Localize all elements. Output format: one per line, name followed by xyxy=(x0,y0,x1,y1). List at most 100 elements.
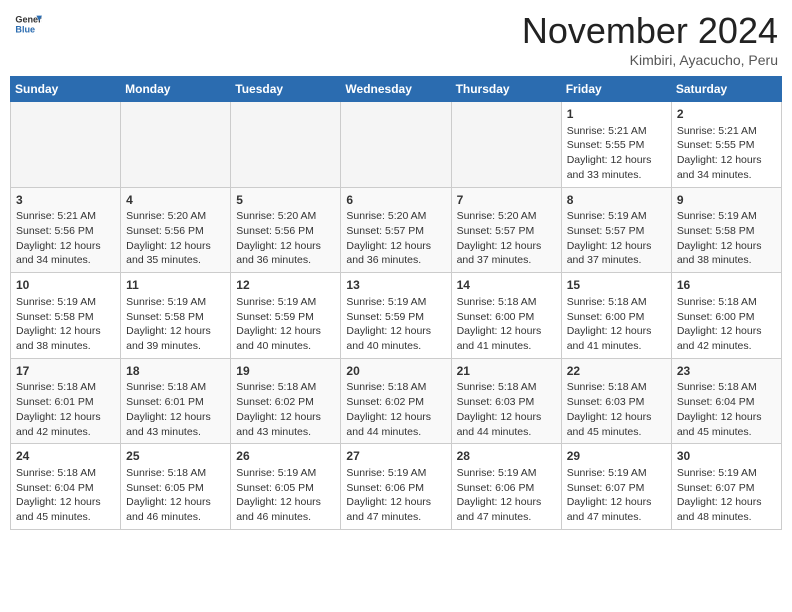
day-number: 5 xyxy=(236,192,335,209)
calendar-cell: 27Sunrise: 5:19 AMSunset: 6:06 PMDayligh… xyxy=(341,444,451,530)
day-number: 28 xyxy=(457,448,556,465)
day-number: 11 xyxy=(126,277,225,294)
day-info: Sunrise: 5:19 AMSunset: 6:06 PMDaylight:… xyxy=(457,466,556,525)
calendar-cell xyxy=(121,102,231,188)
day-number: 24 xyxy=(16,448,115,465)
col-tuesday: Tuesday xyxy=(231,77,341,102)
day-number: 7 xyxy=(457,192,556,209)
day-info: Sunrise: 5:20 AMSunset: 5:56 PMDaylight:… xyxy=(236,209,335,268)
calendar-cell: 18Sunrise: 5:18 AMSunset: 6:01 PMDayligh… xyxy=(121,358,231,444)
calendar-cell xyxy=(11,102,121,188)
day-info: Sunrise: 5:20 AMSunset: 5:56 PMDaylight:… xyxy=(126,209,225,268)
month-title: November 2024 xyxy=(522,10,778,52)
calendar-cell: 1Sunrise: 5:21 AMSunset: 5:55 PMDaylight… xyxy=(561,102,671,188)
day-number: 3 xyxy=(16,192,115,209)
calendar-week-5: 24Sunrise: 5:18 AMSunset: 6:04 PMDayligh… xyxy=(11,444,782,530)
day-info: Sunrise: 5:19 AMSunset: 6:07 PMDaylight:… xyxy=(567,466,666,525)
day-number: 4 xyxy=(126,192,225,209)
day-number: 16 xyxy=(677,277,776,294)
calendar-cell: 30Sunrise: 5:19 AMSunset: 6:07 PMDayligh… xyxy=(671,444,781,530)
calendar-cell: 13Sunrise: 5:19 AMSunset: 5:59 PMDayligh… xyxy=(341,273,451,359)
day-number: 9 xyxy=(677,192,776,209)
calendar-cell: 10Sunrise: 5:19 AMSunset: 5:58 PMDayligh… xyxy=(11,273,121,359)
location: Kimbiri, Ayacucho, Peru xyxy=(522,52,778,68)
col-saturday: Saturday xyxy=(671,77,781,102)
day-info: Sunrise: 5:18 AMSunset: 6:00 PMDaylight:… xyxy=(677,295,776,354)
calendar-cell: 9Sunrise: 5:19 AMSunset: 5:58 PMDaylight… xyxy=(671,187,781,273)
day-number: 1 xyxy=(567,106,666,123)
col-monday: Monday xyxy=(121,77,231,102)
day-info: Sunrise: 5:19 AMSunset: 5:59 PMDaylight:… xyxy=(346,295,445,354)
day-info: Sunrise: 5:18 AMSunset: 6:05 PMDaylight:… xyxy=(126,466,225,525)
calendar-cell: 14Sunrise: 5:18 AMSunset: 6:00 PMDayligh… xyxy=(451,273,561,359)
col-sunday: Sunday xyxy=(11,77,121,102)
calendar-cell: 25Sunrise: 5:18 AMSunset: 6:05 PMDayligh… xyxy=(121,444,231,530)
day-number: 12 xyxy=(236,277,335,294)
day-info: Sunrise: 5:18 AMSunset: 6:03 PMDaylight:… xyxy=(457,380,556,439)
day-number: 19 xyxy=(236,363,335,380)
logo-icon: General Blue xyxy=(14,10,42,38)
day-info: Sunrise: 5:21 AMSunset: 5:56 PMDaylight:… xyxy=(16,209,115,268)
calendar-cell: 8Sunrise: 5:19 AMSunset: 5:57 PMDaylight… xyxy=(561,187,671,273)
day-info: Sunrise: 5:21 AMSunset: 5:55 PMDaylight:… xyxy=(677,124,776,183)
day-info: Sunrise: 5:19 AMSunset: 5:59 PMDaylight:… xyxy=(236,295,335,354)
day-info: Sunrise: 5:19 AMSunset: 6:05 PMDaylight:… xyxy=(236,466,335,525)
day-number: 22 xyxy=(567,363,666,380)
calendar-cell: 17Sunrise: 5:18 AMSunset: 6:01 PMDayligh… xyxy=(11,358,121,444)
day-info: Sunrise: 5:20 AMSunset: 5:57 PMDaylight:… xyxy=(457,209,556,268)
day-info: Sunrise: 5:18 AMSunset: 6:00 PMDaylight:… xyxy=(457,295,556,354)
day-info: Sunrise: 5:19 AMSunset: 5:57 PMDaylight:… xyxy=(567,209,666,268)
day-info: Sunrise: 5:18 AMSunset: 6:02 PMDaylight:… xyxy=(236,380,335,439)
day-info: Sunrise: 5:19 AMSunset: 5:58 PMDaylight:… xyxy=(16,295,115,354)
calendar-cell xyxy=(231,102,341,188)
calendar-cell: 3Sunrise: 5:21 AMSunset: 5:56 PMDaylight… xyxy=(11,187,121,273)
day-number: 27 xyxy=(346,448,445,465)
col-thursday: Thursday xyxy=(451,77,561,102)
day-info: Sunrise: 5:18 AMSunset: 6:03 PMDaylight:… xyxy=(567,380,666,439)
calendar-cell: 23Sunrise: 5:18 AMSunset: 6:04 PMDayligh… xyxy=(671,358,781,444)
calendar-cell: 6Sunrise: 5:20 AMSunset: 5:57 PMDaylight… xyxy=(341,187,451,273)
calendar-cell: 16Sunrise: 5:18 AMSunset: 6:00 PMDayligh… xyxy=(671,273,781,359)
calendar-cell: 22Sunrise: 5:18 AMSunset: 6:03 PMDayligh… xyxy=(561,358,671,444)
day-info: Sunrise: 5:20 AMSunset: 5:57 PMDaylight:… xyxy=(346,209,445,268)
day-number: 8 xyxy=(567,192,666,209)
day-number: 2 xyxy=(677,106,776,123)
calendar-week-2: 3Sunrise: 5:21 AMSunset: 5:56 PMDaylight… xyxy=(11,187,782,273)
day-info: Sunrise: 5:21 AMSunset: 5:55 PMDaylight:… xyxy=(567,124,666,183)
title-block: November 2024 Kimbiri, Ayacucho, Peru xyxy=(522,10,778,68)
calendar-cell: 11Sunrise: 5:19 AMSunset: 5:58 PMDayligh… xyxy=(121,273,231,359)
calendar-cell: 28Sunrise: 5:19 AMSunset: 6:06 PMDayligh… xyxy=(451,444,561,530)
svg-text:Blue: Blue xyxy=(15,24,35,34)
calendar-week-3: 10Sunrise: 5:19 AMSunset: 5:58 PMDayligh… xyxy=(11,273,782,359)
day-info: Sunrise: 5:18 AMSunset: 6:02 PMDaylight:… xyxy=(346,380,445,439)
calendar-cell xyxy=(341,102,451,188)
calendar-cell xyxy=(451,102,561,188)
day-number: 14 xyxy=(457,277,556,294)
calendar-cell: 20Sunrise: 5:18 AMSunset: 6:02 PMDayligh… xyxy=(341,358,451,444)
day-info: Sunrise: 5:19 AMSunset: 6:06 PMDaylight:… xyxy=(346,466,445,525)
calendar-cell: 4Sunrise: 5:20 AMSunset: 5:56 PMDaylight… xyxy=(121,187,231,273)
day-number: 30 xyxy=(677,448,776,465)
day-number: 17 xyxy=(16,363,115,380)
day-number: 10 xyxy=(16,277,115,294)
col-friday: Friday xyxy=(561,77,671,102)
calendar-cell: 2Sunrise: 5:21 AMSunset: 5:55 PMDaylight… xyxy=(671,102,781,188)
day-info: Sunrise: 5:18 AMSunset: 6:00 PMDaylight:… xyxy=(567,295,666,354)
page-header: General Blue November 2024 Kimbiri, Ayac… xyxy=(10,10,782,68)
calendar-cell: 24Sunrise: 5:18 AMSunset: 6:04 PMDayligh… xyxy=(11,444,121,530)
calendar-cell: 12Sunrise: 5:19 AMSunset: 5:59 PMDayligh… xyxy=(231,273,341,359)
day-number: 20 xyxy=(346,363,445,380)
day-number: 13 xyxy=(346,277,445,294)
logo: General Blue xyxy=(14,10,42,38)
day-info: Sunrise: 5:18 AMSunset: 6:04 PMDaylight:… xyxy=(677,380,776,439)
calendar-cell: 7Sunrise: 5:20 AMSunset: 5:57 PMDaylight… xyxy=(451,187,561,273)
day-info: Sunrise: 5:18 AMSunset: 6:01 PMDaylight:… xyxy=(126,380,225,439)
calendar-cell: 26Sunrise: 5:19 AMSunset: 6:05 PMDayligh… xyxy=(231,444,341,530)
calendar-cell: 21Sunrise: 5:18 AMSunset: 6:03 PMDayligh… xyxy=(451,358,561,444)
calendar-cell: 15Sunrise: 5:18 AMSunset: 6:00 PMDayligh… xyxy=(561,273,671,359)
day-info: Sunrise: 5:19 AMSunset: 5:58 PMDaylight:… xyxy=(126,295,225,354)
day-info: Sunrise: 5:18 AMSunset: 6:04 PMDaylight:… xyxy=(16,466,115,525)
calendar-cell: 19Sunrise: 5:18 AMSunset: 6:02 PMDayligh… xyxy=(231,358,341,444)
col-wednesday: Wednesday xyxy=(341,77,451,102)
calendar-table: Sunday Monday Tuesday Wednesday Thursday… xyxy=(10,76,782,530)
